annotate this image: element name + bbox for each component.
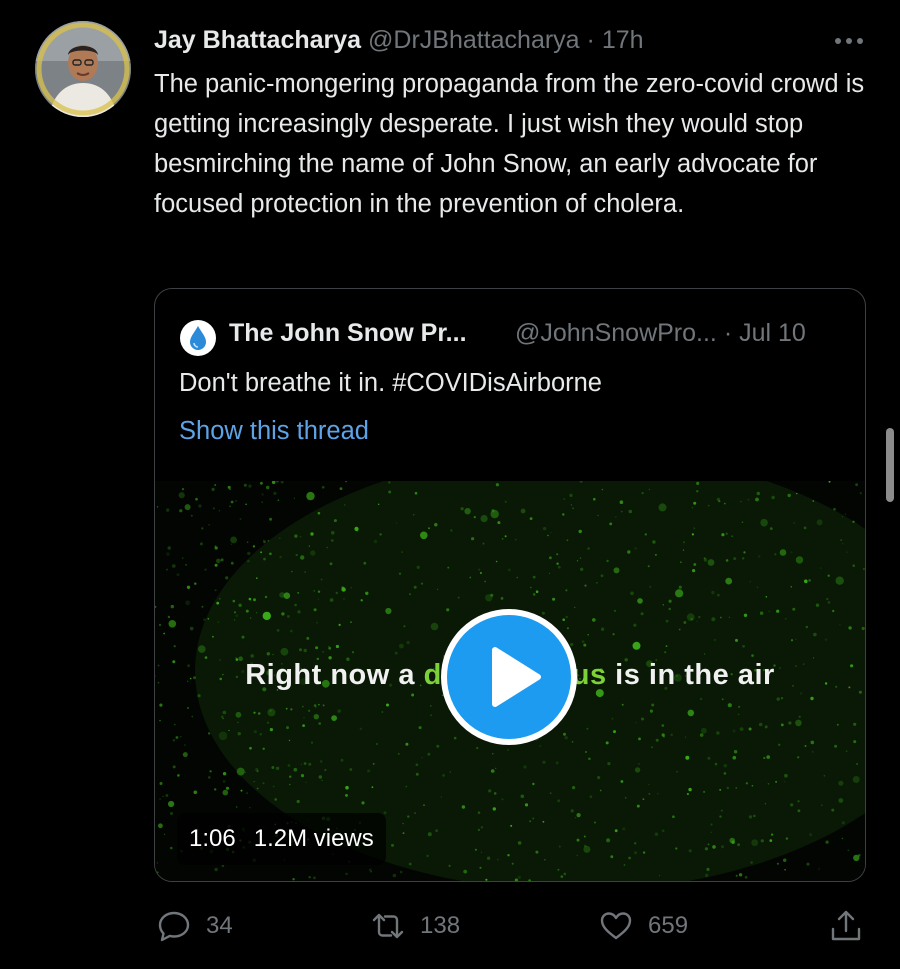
tweet: Jay Bhattacharya @DrJBhattacharya · 17h … (0, 0, 900, 969)
caption-text-prefix: Right now a (245, 659, 424, 691)
scrollbar-thumb[interactable] (886, 428, 894, 502)
caption-text-suffix: is in the air (606, 659, 775, 691)
video-duration: 1:06 (189, 825, 236, 852)
reply-icon (158, 911, 190, 942)
caption-text-green-end: us (571, 659, 607, 691)
separator-dot: · (723, 319, 733, 347)
quoted-author-handle[interactable]: @JohnSnowPro... (515, 319, 717, 347)
show-thread-link[interactable]: Show this thread (179, 413, 369, 449)
video-player[interactable]: Right now a d us is in the air 1:06 1.2M v… (155, 481, 865, 881)
like-button[interactable]: 659 (598, 900, 688, 952)
play-icon (492, 647, 541, 707)
share-button[interactable] (828, 900, 864, 952)
retweet-icon (372, 913, 404, 939)
tweet-text: The panic-mongering propaganda from the … (154, 70, 865, 218)
quoted-author-meta: @JohnSnowPro... · Jul 10 (515, 315, 806, 351)
avatar-photo-icon (35, 21, 131, 117)
author-handle[interactable]: @DrJBhattacharya (368, 26, 580, 54)
separator-dot: · (586, 26, 595, 54)
like-count: 659 (648, 912, 689, 939)
quoted-tweet-text: Don't breathe it in. #COVIDisAirborne (179, 369, 602, 397)
video-info-badge: 1:06 1.2M views (177, 813, 386, 865)
tweet-time[interactable]: 17h (602, 26, 644, 54)
quoted-author-name[interactable]: The John Snow Pr... (229, 315, 467, 351)
more-options-icon[interactable] (832, 30, 866, 52)
water-drop-icon[interactable] (179, 319, 217, 357)
retweet-count: 138 (420, 912, 461, 939)
quoted-tweet[interactable]: The John Snow Pr... @JohnSnowPro... · Ju… (154, 288, 866, 882)
retweet-button[interactable]: 138 (370, 900, 460, 952)
author-name[interactable]: Jay Bhattacharya (154, 26, 361, 54)
video-views: 1.2M views (253, 825, 374, 852)
play-button[interactable] (441, 609, 577, 745)
reply-count: 34 (206, 912, 233, 939)
tweet-header: Jay Bhattacharya @DrJBhattacharya · 17h (154, 22, 644, 58)
heart-icon (600, 912, 632, 940)
author-avatar[interactable] (35, 21, 131, 117)
quoted-tweet-date[interactable]: Jul 10 (739, 319, 806, 347)
caption-text-green-start: d (423, 659, 442, 691)
share-icon (831, 910, 861, 941)
reply-button[interactable]: 34 (156, 900, 233, 952)
tweet-actions: 34 138 659 (0, 900, 900, 952)
